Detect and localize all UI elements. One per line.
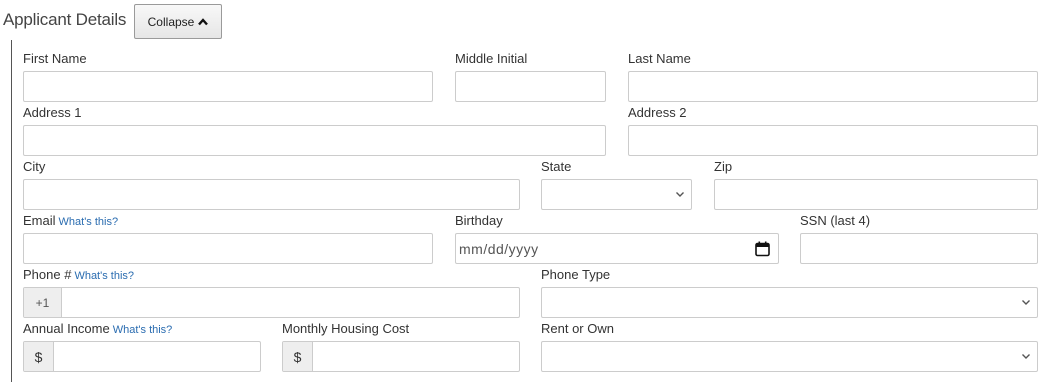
annual-income-help-link[interactable]: What's this?	[113, 324, 173, 336]
first-name-label: First Name	[23, 51, 87, 66]
middle-initial-input[interactable]	[455, 71, 606, 102]
chevron-down-icon	[1022, 354, 1030, 359]
address2-label: Address 2	[628, 105, 687, 120]
email-help-link[interactable]: What's this?	[59, 216, 119, 228]
chevron-down-icon	[1022, 300, 1030, 305]
phone-country-code: +1	[24, 288, 62, 317]
birthday-label: Birthday	[455, 213, 503, 228]
annual-income-label-row: Annual Income What's this?	[23, 321, 172, 338]
address1-label: Address 1	[23, 105, 82, 120]
section-title: Applicant Details	[3, 10, 127, 29]
phone-input[interactable]	[62, 288, 519, 317]
city-input[interactable]	[23, 179, 520, 210]
middle-initial-label: Middle Initial	[455, 51, 528, 66]
monthly-housing-input[interactable]	[313, 342, 519, 371]
annual-income-currency: $	[24, 342, 54, 371]
state-select[interactable]	[541, 179, 692, 210]
zip-label: Zip	[714, 159, 733, 174]
city-label: City	[23, 159, 46, 174]
last-name-label: Last Name	[628, 51, 691, 66]
annual-income-input-group: $	[23, 341, 261, 372]
section-divider	[11, 40, 12, 382]
phone-type-select[interactable]	[541, 287, 1038, 318]
rent-or-own-select[interactable]	[541, 341, 1038, 372]
monthly-housing-input-group: $	[282, 341, 520, 372]
phone-type-label: Phone Type	[541, 267, 611, 282]
monthly-housing-currency: $	[283, 342, 313, 371]
email-label-row: Email What's this?	[23, 213, 118, 230]
ssn-label: SSN (last 4)	[800, 213, 871, 228]
first-name-input[interactable]	[23, 71, 433, 102]
birthday-placeholder: mm/dd/yyyy	[459, 241, 539, 257]
phone-label-row: Phone # What's this?	[23, 267, 134, 284]
address2-input[interactable]	[628, 125, 1038, 156]
chevron-down-icon	[676, 192, 684, 197]
calendar-icon[interactable]	[755, 241, 770, 257]
email-input[interactable]	[23, 233, 433, 264]
address1-input[interactable]	[23, 125, 606, 156]
annual-income-input[interactable]	[54, 342, 260, 371]
phone-input-group: +1	[23, 287, 520, 318]
monthly-housing-label: Monthly Housing Cost	[282, 321, 410, 336]
annual-income-label: Annual Income	[23, 321, 110, 336]
collapse-button-label: Collapse	[147, 14, 195, 29]
chevron-up-icon	[198, 17, 209, 25]
birthday-input[interactable]: mm/dd/yyyy	[455, 233, 779, 264]
rent-or-own-label: Rent or Own	[541, 321, 614, 336]
email-label: Email	[23, 213, 56, 228]
last-name-input[interactable]	[628, 71, 1038, 102]
phone-label: Phone #	[23, 267, 72, 282]
zip-input[interactable]	[714, 179, 1038, 210]
state-label: State	[541, 159, 572, 174]
ssn-input[interactable]	[800, 233, 1038, 264]
phone-help-link[interactable]: What's this?	[74, 270, 134, 282]
collapse-button[interactable]: Collapse	[134, 4, 222, 39]
